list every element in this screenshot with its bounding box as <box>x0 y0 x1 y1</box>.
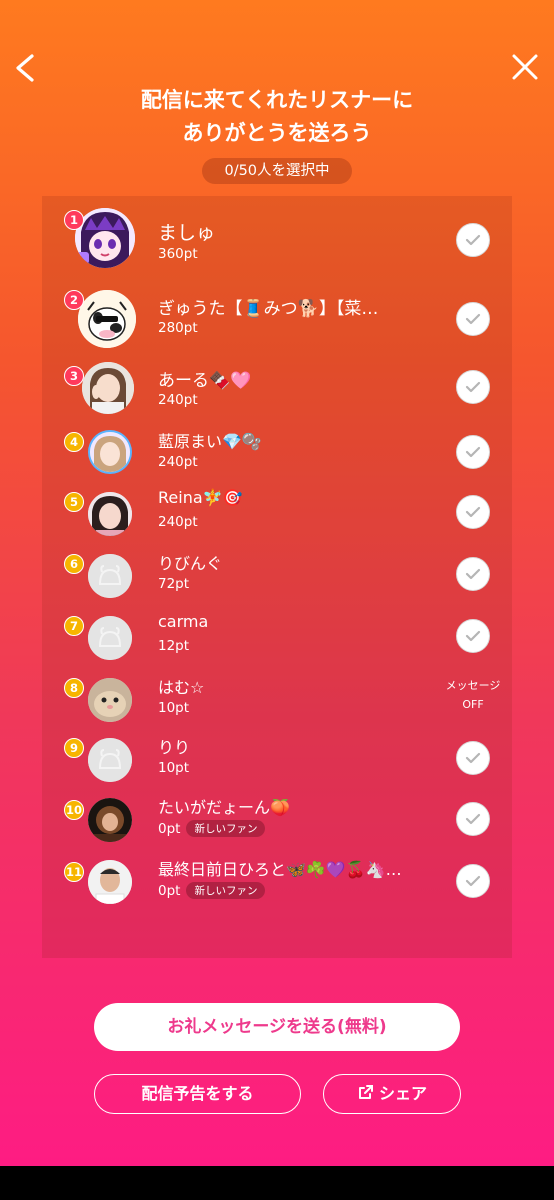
listener-points: 72pt <box>158 576 190 592</box>
rank-badge: 8 <box>64 678 84 698</box>
listener-points: 10pt <box>158 760 190 776</box>
checkmark-icon <box>465 381 481 393</box>
page-title: 配信に来てくれたリスナーに ありがとうを送ろう <box>0 84 554 150</box>
listener-points: 12pt <box>158 638 190 654</box>
list-item[interactable]: 9 りり 10pt <box>42 734 512 796</box>
checkmark-icon <box>465 752 481 764</box>
checkmark-icon <box>465 875 481 887</box>
default-avatar-icon <box>88 738 132 782</box>
selected-count-badge: 0/50人を選択中 <box>202 158 352 184</box>
checkmark-icon <box>465 506 481 518</box>
select-checkbox[interactable] <box>456 223 490 257</box>
select-checkbox[interactable] <box>456 302 490 336</box>
share-label: シェア <box>378 1084 427 1103</box>
select-checkbox[interactable] <box>456 741 490 775</box>
listener-name: 藍原まい💎🫧 <box>158 432 262 451</box>
checkmark-icon <box>465 630 481 642</box>
rank-badge: 10 <box>64 800 84 820</box>
rank-badge: 11 <box>64 862 84 882</box>
listener-points: 10pt <box>158 700 190 716</box>
avatar <box>82 362 134 414</box>
back-button[interactable] <box>8 48 42 88</box>
list-item[interactable]: 3 あーる🍫🩷 240pt <box>42 360 512 416</box>
title-line-1: 配信に来てくれたリスナーに <box>140 88 414 112</box>
listener-points: 280pt <box>158 320 198 336</box>
announce-stream-button[interactable]: 配信予告をする <box>94 1074 301 1114</box>
listener-points: 240pt <box>158 454 198 470</box>
checkmark-icon <box>465 313 481 325</box>
rank-badge: 4 <box>64 432 84 452</box>
rank-badge: 1 <box>64 210 84 230</box>
listener-name: ぎゅうた【🧵みつ🐕】【菜… <box>158 299 379 319</box>
select-checkbox[interactable] <box>456 802 490 836</box>
default-avatar-icon <box>88 616 132 660</box>
list-item[interactable]: 11 最終日前日ひろと🦋☘️💜🍒🦄… 0pt 新しいファン <box>42 858 512 920</box>
avatar <box>90 432 130 472</box>
listener-name: ましゅ <box>158 222 216 244</box>
rank-badge: 2 <box>64 290 84 310</box>
select-checkbox[interactable] <box>456 557 490 591</box>
listener-name: はむ☆ <box>158 678 205 697</box>
listener-name: たいがだょーん🍑 <box>158 798 290 817</box>
select-checkbox[interactable] <box>456 370 490 404</box>
listener-points: 240pt <box>158 514 198 530</box>
select-checkbox[interactable] <box>456 435 490 469</box>
chevron-left-icon <box>16 54 34 82</box>
listener-points-row: 0pt 新しいファン <box>158 820 266 837</box>
share-button[interactable]: シェア <box>323 1074 461 1114</box>
list-item[interactable]: 5 Reina🧚🎯 240pt <box>42 488 512 550</box>
select-checkbox[interactable] <box>456 864 490 898</box>
rank-badge: 3 <box>64 366 84 386</box>
checkmark-icon <box>465 446 481 458</box>
listener-points: 240pt <box>158 392 198 408</box>
avatar <box>88 798 132 842</box>
avatar <box>88 860 132 904</box>
list-item[interactable]: 7 carma 12pt <box>42 612 512 674</box>
listener-name: Reina🧚🎯 <box>158 488 243 507</box>
system-navigation-bar <box>0 1166 554 1200</box>
checkmark-icon <box>465 568 481 580</box>
list-item[interactable]: 6 りびんぐ 72pt <box>42 550 512 612</box>
default-avatar-icon <box>88 554 132 598</box>
close-button[interactable] <box>510 52 540 82</box>
listener-points: 360pt <box>158 246 198 262</box>
rank-badge: 9 <box>64 738 84 758</box>
select-checkbox[interactable] <box>456 495 490 529</box>
checkmark-icon <box>465 813 481 825</box>
listener-name: りびんぐ <box>158 554 223 573</box>
list-item[interactable]: 4 藍原まい💎🫧 240pt <box>42 428 512 490</box>
listener-list: 1 ましゅ 360pt 2 ぎゅうた【🧵みつ🐕】【菜… 280pt 3 あーる🍫… <box>42 196 512 958</box>
list-item: 8 はむ☆ 10pt メッセージ OFF <box>42 674 512 736</box>
close-icon <box>512 54 538 80</box>
select-checkbox[interactable] <box>456 619 490 653</box>
listener-name: あーる🍫🩷 <box>158 371 252 391</box>
message-off-status: メッセージ OFF <box>437 676 509 714</box>
list-item[interactable]: 2 ぎゅうた【🧵みつ🐕】【菜… 280pt <box>42 288 512 354</box>
avatar <box>88 492 132 536</box>
list-item[interactable]: 1 ましゅ 360pt <box>42 208 512 286</box>
list-item[interactable]: 10 たいがだょーん🍑 0pt 新しいファン <box>42 796 512 858</box>
listener-points-row: 0pt 新しいファン <box>158 882 266 899</box>
new-fan-badge: 新しいファン <box>186 882 266 899</box>
message-off-value: OFF <box>462 698 484 711</box>
avatar <box>75 208 135 268</box>
avatar <box>78 290 136 348</box>
message-off-label: メッセージ <box>445 679 501 692</box>
listener-name: 最終日前日ひろと🦋☘️💜🍒🦄… <box>158 860 402 879</box>
listener-points: 0pt <box>158 883 181 899</box>
avatar <box>88 678 132 722</box>
listener-name: carma <box>158 612 209 631</box>
send-thanks-message-button[interactable]: お礼メッセージを送る(無料) <box>94 1003 460 1051</box>
share-icon <box>358 1085 373 1099</box>
title-line-2: ありがとうを送ろう <box>182 121 372 145</box>
listener-points: 0pt <box>158 821 181 837</box>
rank-badge: 6 <box>64 554 84 574</box>
listener-name: りり <box>158 738 191 757</box>
checkmark-icon <box>465 234 481 246</box>
rank-badge: 5 <box>64 492 84 512</box>
rank-badge: 7 <box>64 616 84 636</box>
new-fan-badge: 新しいファン <box>186 820 266 837</box>
